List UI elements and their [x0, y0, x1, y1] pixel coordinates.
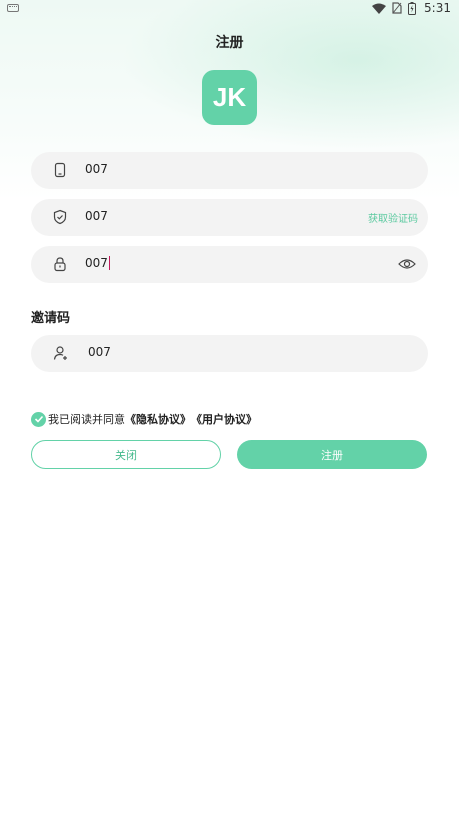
- page-title: 注册: [215, 35, 244, 51]
- invite-code-label: 邀请码: [31, 311, 71, 326]
- user-agreement-link[interactable]: 《用户协议》: [191, 411, 257, 427]
- invite-code-field[interactable]: 007: [31, 335, 428, 372]
- text-caret: [108, 256, 111, 270]
- keyboard-icon: [7, 4, 19, 12]
- add-user-icon: [53, 346, 67, 360]
- status-bar: 5:31: [0, 0, 459, 18]
- agreement-text: 我已阅读并同意: [48, 413, 125, 426]
- verification-code-input[interactable]: 007: [85, 209, 108, 223]
- no-sim-icon: [392, 2, 402, 14]
- phone-icon: [54, 162, 66, 178]
- header-background: [120, 0, 459, 150]
- password-field[interactable]: 007: [31, 246, 428, 283]
- agreement-checkbox[interactable]: [31, 411, 46, 427]
- phone-input[interactable]: 007: [85, 162, 108, 176]
- wifi-icon: [372, 3, 387, 14]
- password-input[interactable]: 007: [85, 256, 111, 270]
- invite-code-input[interactable]: 007: [88, 345, 111, 359]
- battery-icon: [408, 1, 417, 15]
- privacy-policy-link[interactable]: 《隐私协议》: [125, 411, 191, 427]
- shield-icon: [53, 209, 67, 225]
- status-icons: 5:31: [372, 1, 451, 15]
- app-logo: JK: [202, 70, 257, 125]
- agreement-row: 我已阅读并同意 《隐私协议》 《用户协议》: [31, 411, 257, 427]
- password-value: 007: [85, 256, 108, 270]
- lock-icon: [54, 257, 66, 272]
- close-button[interactable]: 关闭: [31, 440, 221, 469]
- phone-field[interactable]: 007: [31, 152, 428, 189]
- verification-code-field[interactable]: 007 获取验证码: [31, 199, 428, 236]
- check-icon: [34, 415, 43, 423]
- register-button[interactable]: 注册: [237, 440, 427, 469]
- get-code-button[interactable]: 获取验证码: [368, 210, 418, 225]
- clock: 5:31: [424, 1, 451, 15]
- eye-icon[interactable]: [398, 257, 416, 271]
